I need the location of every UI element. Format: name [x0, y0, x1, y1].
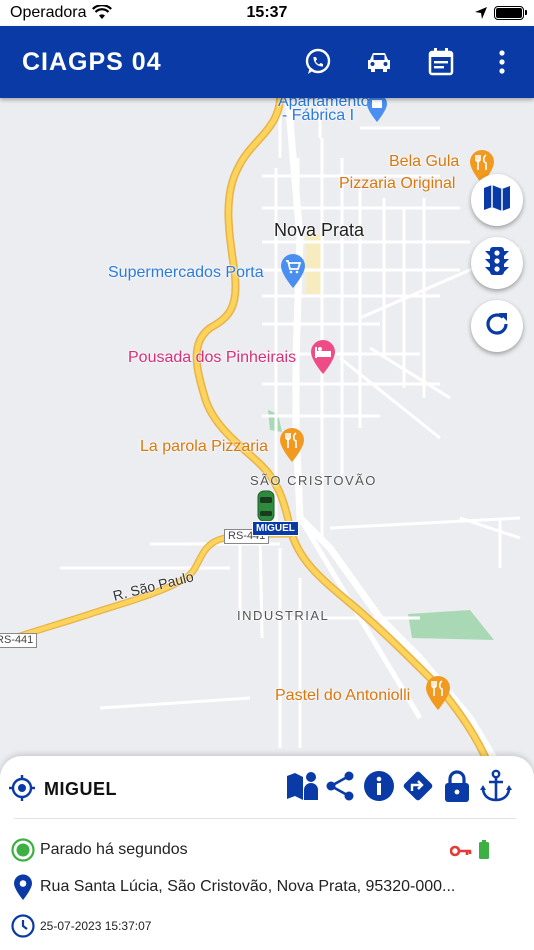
place-label-fabrica: - Fábrica I	[282, 107, 355, 124]
more-vert-icon[interactable]	[484, 44, 520, 80]
datetime-text: 25-07-2023 15:37:07	[40, 919, 152, 933]
anchor-icon	[480, 769, 512, 808]
place-label-bela-gula: Bela Gula	[389, 153, 460, 170]
vehicle-name: MIGUEL	[44, 779, 117, 799]
battery-status-icon	[478, 840, 490, 865]
clock: 15:37	[246, 4, 288, 21]
refresh-button[interactable]	[471, 300, 523, 352]
crosshair-icon[interactable]	[8, 774, 36, 807]
info-icon	[363, 770, 395, 807]
district-label-industrial: INDUSTRIAL	[237, 608, 330, 623]
whatsapp-icon[interactable]	[300, 44, 336, 80]
map-person-icon	[286, 770, 320, 807]
map-type-button[interactable]	[471, 174, 523, 226]
place-label-pousada: Pousada dos Pinheirais	[128, 349, 297, 366]
address-text: Rua Santa Lúcia, São Cristovão, Nova Pra…	[40, 878, 456, 895]
directions-icon	[401, 769, 435, 808]
store-pin-icon[interactable]	[366, 98, 388, 127]
car-icon[interactable]	[361, 44, 397, 80]
vehicle-header: MIGUEL	[0, 756, 534, 820]
status-bar: Operadora 15:37	[0, 0, 534, 26]
vehicle-details-sheet: MIGUEL Parado há segundos Rua Santa Lúci…	[0, 756, 534, 950]
road-label-rs441-2: RS-441	[0, 633, 38, 648]
datetime-row: 25-07-2023 15:37:07	[10, 913, 151, 939]
location-pin-icon	[10, 874, 36, 900]
clock-icon	[10, 913, 36, 939]
hotel-pin-icon[interactable]	[310, 340, 336, 379]
status-dot-icon	[10, 837, 36, 863]
traffic-button[interactable]	[471, 237, 523, 289]
place-label-pizzaria-original: Pizzaria Original	[339, 175, 456, 192]
battery-icon	[494, 6, 527, 20]
share-button[interactable]	[322, 770, 358, 806]
map-icon	[482, 183, 512, 218]
location-arrow-icon	[474, 6, 488, 25]
shopping-pin-icon[interactable]	[280, 254, 306, 293]
share-icon	[324, 770, 356, 807]
status-row: Parado há segundos	[10, 837, 188, 863]
street-view-button[interactable]	[285, 770, 321, 806]
calendar-icon[interactable]	[423, 44, 459, 80]
directions-button[interactable]	[400, 770, 436, 806]
address-row: Rua Santa Lúcia, São Cristovão, Nova Pra…	[10, 874, 455, 900]
app-bar: CIAGPS 04	[0, 26, 534, 98]
ignition-key-icon	[449, 844, 472, 862]
refresh-icon	[483, 310, 511, 343]
place-label-la-parola: La parola Pizzaria	[140, 438, 269, 455]
app-title: CIAGPS 04	[22, 48, 162, 76]
vehicle-marker-label: MIGUEL	[252, 521, 299, 536]
lock-icon	[443, 769, 471, 808]
info-button[interactable]	[361, 770, 397, 806]
district-label-sao-cristovao: SÃO CRISTOVÃO	[250, 473, 377, 488]
place-label-pastel: Pastel do Antoniolli	[275, 687, 411, 704]
anchor-button[interactable]	[478, 769, 514, 808]
header-divider	[14, 818, 516, 819]
status-text: Parado há segundos	[40, 841, 188, 858]
restaurant-pin-icon-3[interactable]	[425, 676, 451, 715]
traffic-light-icon	[483, 246, 511, 281]
place-label-supermercados: Supermercados Porta	[108, 264, 264, 281]
map-base	[0, 98, 521, 768]
lock-button[interactable]	[439, 769, 475, 808]
restaurant-pin-icon-2[interactable]	[279, 428, 305, 467]
place-label-nova-prata: Nova Prata	[274, 220, 365, 240]
map-view[interactable]: Apartamentos - Fábrica I Bela Gula Pizza…	[0, 98, 534, 768]
